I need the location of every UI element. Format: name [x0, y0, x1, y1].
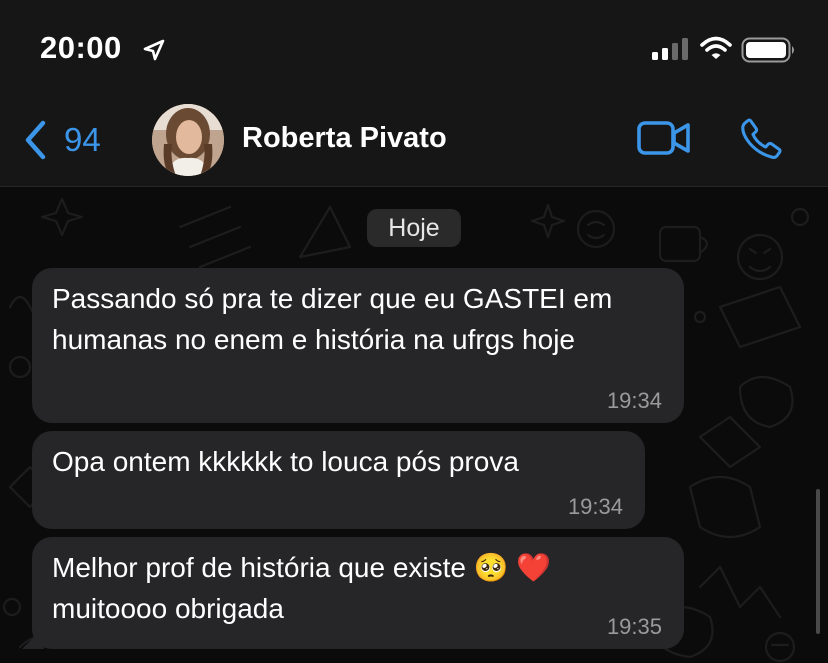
status-time: 20:00 [40, 30, 122, 65]
message-bubble[interactable]: Passando só pra te dizer que eu GASTEI e… [32, 268, 684, 423]
date-chip: Hoje [367, 209, 461, 247]
video-call-icon[interactable] [636, 118, 692, 158]
phone-icon[interactable] [738, 116, 784, 162]
message-time: 19:34 [567, 494, 623, 519]
message-text: Opa ontem kkkkkk to louca pós prova [52, 446, 519, 477]
wifi-icon [700, 36, 732, 59]
unread-count: 94 [64, 121, 101, 158]
battery-icon [741, 37, 794, 63]
scrollbar[interactable] [816, 489, 820, 634]
message-bubble[interactable]: Opa ontem kkkkkk to louca pós prova 19:3… [32, 431, 645, 529]
status-bar: 20:00 [0, 0, 828, 96]
contact-name[interactable]: Roberta Pivato [242, 122, 447, 155]
message-time: 19:34 [606, 388, 662, 413]
location-arrow-icon [143, 39, 165, 61]
avatar-photo [152, 104, 224, 176]
chevron-left-icon [25, 120, 46, 160]
message-time: 19:35 [606, 614, 662, 639]
contact-avatar[interactable] [152, 104, 224, 176]
signal-icon [652, 38, 688, 60]
message-text: Passando só pra te dizer que eu GASTEI e… [52, 283, 613, 355]
message-text: Melhor prof de história que existe 🥺 ❤️ … [52, 552, 552, 624]
message-bubble[interactable]: Melhor prof de história que existe 🥺 ❤️ … [32, 537, 684, 649]
chat-area[interactable]: Hoje Passando só pra te dizer que eu GAS… [0, 187, 828, 663]
back-button[interactable]: 94 [24, 118, 101, 162]
